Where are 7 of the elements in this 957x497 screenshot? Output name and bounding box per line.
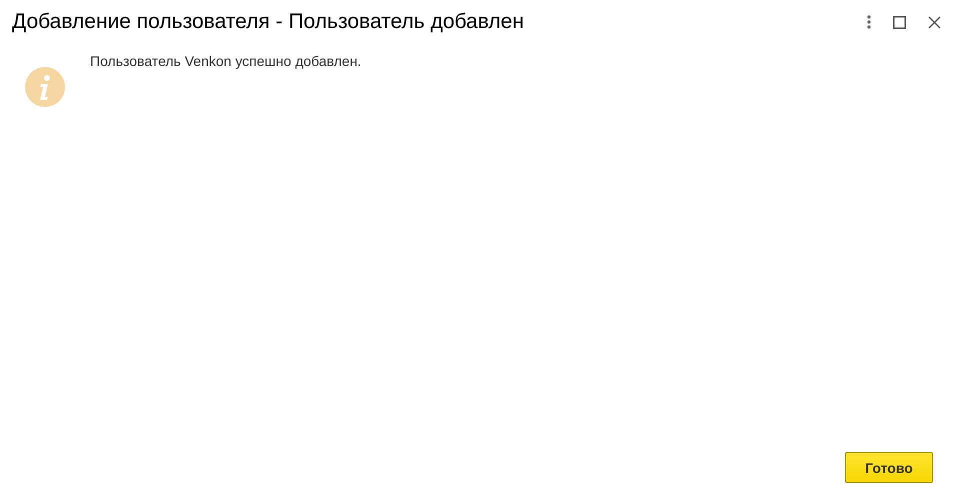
- done-button[interactable]: Готово: [845, 452, 933, 483]
- window-title: Добавление пользователя - Пользователь добавлен: [12, 10, 525, 34]
- maximize-icon[interactable]: [893, 16, 906, 28]
- more-icon[interactable]: [867, 15, 871, 29]
- info-icon: [25, 67, 65, 107]
- message-text: Пользователь Venkon успешно добавлен.: [90, 53, 362, 71]
- close-icon[interactable]: [928, 16, 941, 28]
